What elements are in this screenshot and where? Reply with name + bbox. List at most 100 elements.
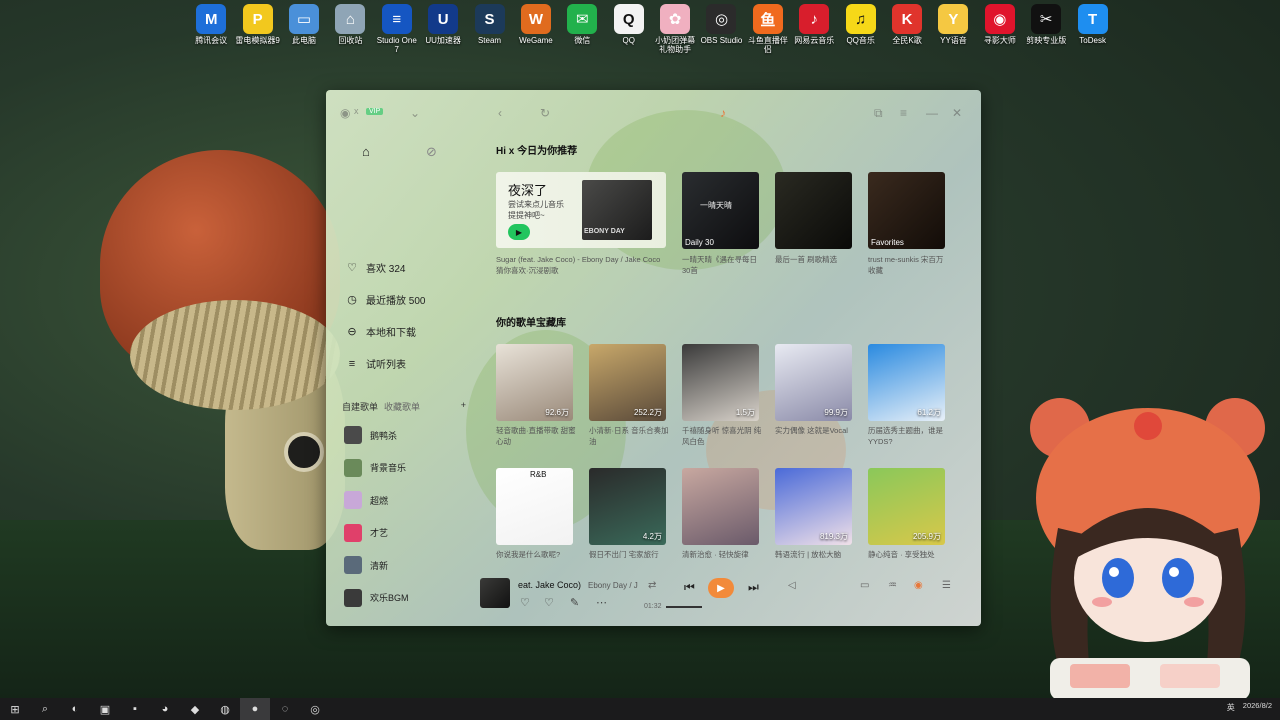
steam-taskbar-icon[interactable]: ◎ [300,698,330,720]
tab-created-playlists[interactable]: 自建歌单 [342,400,378,413]
playlist-card[interactable]: 252.2万 [589,344,666,421]
music-note-icon[interactable]: ♪ [720,106,726,120]
desktop-icon[interactable]: ♫ QQ音乐 [837,4,883,54]
recommend-card[interactable] [775,172,852,249]
app-icon[interactable]: ◍ [210,698,240,720]
desktop-icon[interactable]: ♪ 网易云音乐 [791,4,837,54]
menu-icon[interactable]: ≡ [900,106,907,120]
playlist-caption[interactable]: 清新治愈 · 轻快旋律 [682,549,762,560]
progress-bar[interactable] [666,606,702,608]
desktop-icon[interactable]: ◎ OBS Studio [698,4,744,54]
tab-collected-playlists[interactable]: 收藏歌单 [384,400,420,413]
playlist-caption[interactable]: 韩语流行 | 放松大脑 [775,549,855,560]
playlist-card[interactable]: 61.2万 [868,344,945,421]
edge-icon[interactable]: ◐ [60,698,90,720]
desktop-icon[interactable]: 鱼斗鱼直播伴侣 [745,4,791,54]
recommend-card[interactable]: 一晴天晴 Daily 30 [682,172,759,249]
previous-icon[interactable]: ⏮ [684,580,695,595]
now-playing-cover[interactable] [480,578,510,608]
desktop-icon[interactable]: ✿ 小奶团弹幕礼物助手 [652,4,698,54]
desktop-icon[interactable]: ≡ Studio One 7 [374,4,420,54]
chevron-down-icon[interactable]: ⌄ [410,106,420,120]
qq-music-taskbar-icon[interactable]: ● [240,698,270,720]
card-caption[interactable]: trust me-sunkis 宋百万收藏 [868,254,948,276]
app-icon[interactable]: ◌ [270,698,300,720]
desktop-icon[interactable]: S Steam [466,4,512,54]
sidebar-nav-item[interactable]: ♡ 喜欢 324 [346,260,405,275]
play-mode-icon[interactable]: ⇄ [648,580,656,591]
input-lang[interactable]: 英 [1227,702,1235,713]
playlist-card[interactable]: R&B [496,468,573,545]
playlist-caption[interactable]: 实力偶像 这就是Vocal [775,425,855,436]
desktop-icon[interactable]: M 腾讯会议 [188,4,234,54]
playlist-caption[interactable]: 假日不出门 宅家旅行 [589,549,669,560]
desktop-icon[interactable]: K 全民K歌 [884,4,930,54]
banner-play-button[interactable]: ▶ [508,224,530,240]
desktop-icon[interactable]: ✂ 剪映专业版 [1023,4,1069,54]
sidebar-nav-item[interactable]: ≡ 试听列表 [346,356,406,372]
home-icon[interactable]: ⌂ [362,144,370,159]
volume-icon[interactable]: ◁ [788,580,796,591]
playlist-card[interactable]: 1.5万 [682,344,759,421]
app-icon[interactable]: ▣ [90,698,120,720]
close-icon[interactable]: ✕ [952,106,962,120]
desktop-icon[interactable]: ◉ 寻影大师 [977,4,1023,54]
app-icon[interactable]: ▪ [120,698,150,720]
desktop-icon[interactable]: P 雷电模拟器9 [234,4,280,54]
sidebar-nav-item[interactable]: ⊖ 本地和下载 [346,324,416,339]
desktop-icon[interactable]: W WeGame [513,4,559,54]
playlist-caption[interactable]: 你说我是什么歌呢? [496,549,576,560]
listen-together-icon[interactable]: ◉ [914,580,923,591]
sidebar-playlist-item[interactable]: 背景音乐 [344,458,406,477]
card-caption[interactable]: 最后一首 刷歌精选 [775,254,855,265]
username[interactable]: x [354,106,359,116]
refresh-icon[interactable]: ↻ [540,106,550,120]
playlist-caption[interactable]: 轻音歌曲·直播带歌 甜蜜心动 [496,425,576,447]
playlist-caption[interactable]: 静心纯音 · 享受独处 [868,549,948,560]
recommend-banner[interactable]: 夜深了 尝试来点儿音乐提提神吧~ ▶ EBONY DAY [496,172,666,248]
desktop-icon[interactable]: T ToDesk [1069,4,1115,54]
sidebar-playlist-item[interactable]: 鹅鸭杀 [344,426,397,444]
playlist-card[interactable]: 92.6万 [496,344,573,421]
lyrics-icon[interactable]: ▭ [860,580,869,591]
sidebar-nav-item[interactable]: ◷ 最近播放 500 [346,292,425,307]
desktop-icon[interactable]: ⌂ 回收站 [327,4,373,54]
desktop-icon[interactable]: ✉ 微信 [559,4,605,54]
sidebar-playlist-item[interactable]: 才艺 [344,523,388,542]
play-button[interactable]: ▶ [708,578,734,598]
playlist-card[interactable]: 205.9万 [868,468,945,545]
playlist-card[interactable]: 819.3万 [775,468,852,545]
next-icon[interactable]: ⏭ [748,580,759,595]
playlist-card[interactable]: 99.9万 [775,344,852,421]
back-arrow-icon[interactable]: ‹ [498,106,502,120]
playlist-caption[interactable]: 千禧随身听 惊喜光阴 纯风白色 [682,425,762,447]
sound-effect-icon[interactable]: ♒ [888,580,897,591]
mini-mode-icon[interactable]: ⧉ [874,106,883,121]
comment-icon[interactable]: ✎ [570,596,579,609]
sidebar-playlist-item[interactable]: 超燃 [344,491,388,509]
desktop-icon[interactable]: ▭ 此电脑 [281,4,327,54]
sidebar-playlist-item[interactable]: 清新 [344,556,388,574]
queue-icon[interactable]: ☰ [942,580,951,591]
clock-date[interactable]: 2026/8/2 [1243,702,1272,713]
playlist-card[interactable] [682,468,759,545]
like-icon[interactable]: ♡ [520,596,530,609]
playlist-caption[interactable]: 小清新·日系 音乐合奏加油 [589,425,669,447]
desktop-icon[interactable]: U UU加速器 [420,4,466,54]
desktop-icon[interactable]: Q QQ [606,4,652,54]
sidebar-playlist-item[interactable]: 欢乐BGM [344,588,409,607]
add-playlist-icon[interactable]: + [461,400,466,413]
user-avatar-icon[interactable]: ◉ [340,106,350,120]
start-icon[interactable]: ⊞ [0,698,30,720]
now-playing-artist[interactable]: Ebony Day / J [588,581,638,590]
now-playing-title[interactable]: eat. Jake Coco) [518,580,581,590]
discover-icon[interactable]: ⊘ [426,144,437,160]
card-caption[interactable]: 一晴天晴《遇在寻每日30首 [682,254,762,276]
minimize-icon[interactable]: — [926,106,938,120]
more-icon[interactable]: ⋯ [596,596,607,609]
recommend-card[interactable]: Favorites [868,172,945,249]
playlist-caption[interactable]: 历届选秀主题曲，谁是YYDS? [868,425,948,447]
app-icon[interactable]: ◆ [180,698,210,720]
dislike-icon[interactable]: ♡ [544,596,554,609]
search-icon[interactable]: ⌕ [30,698,60,720]
